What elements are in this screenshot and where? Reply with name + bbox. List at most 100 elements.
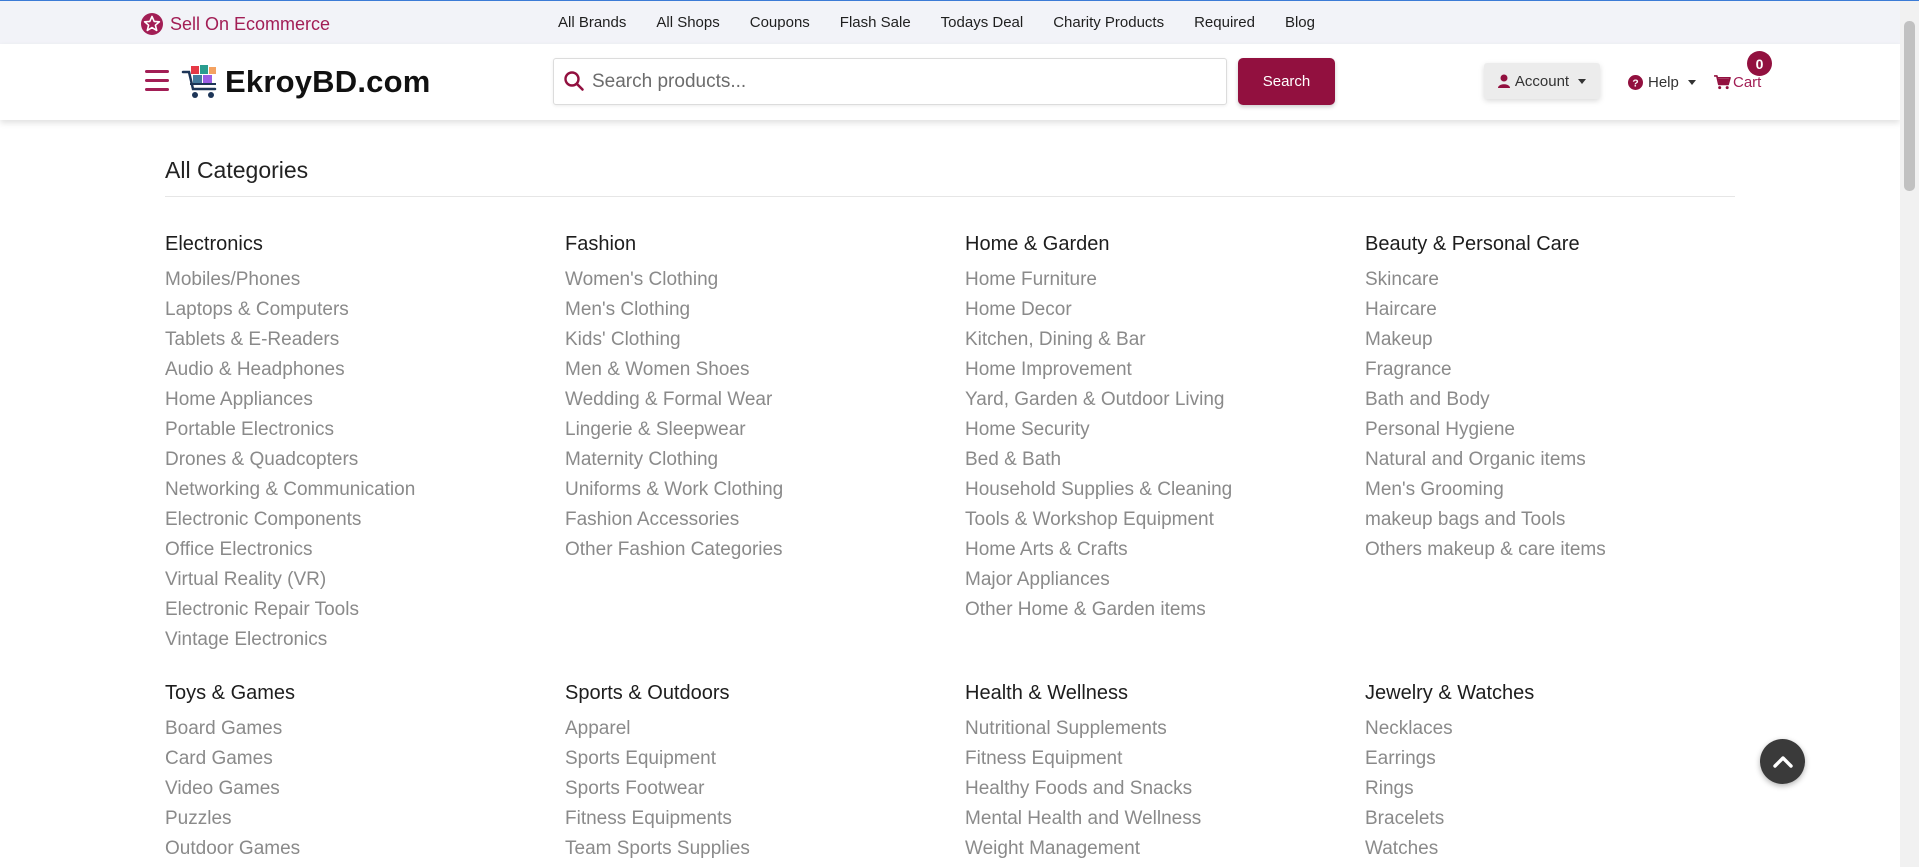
- category-item[interactable]: Mental Health and Wellness: [965, 804, 1345, 834]
- category-item[interactable]: Major Appliances: [965, 565, 1345, 595]
- account-dropdown[interactable]: Account: [1484, 63, 1600, 99]
- category-item[interactable]: Watches: [1365, 834, 1745, 864]
- site-logo[interactable]: EkroyBD.com: [181, 63, 431, 101]
- category-item[interactable]: Drones & Quadcopters: [165, 445, 545, 475]
- category-item[interactable]: Haircare: [1365, 295, 1745, 325]
- category-item[interactable]: Maternity Clothing: [565, 445, 945, 475]
- category-item[interactable]: Home Appliances: [165, 385, 545, 415]
- category-list: Apparel Sports Equipment Sports Footwear…: [565, 714, 945, 864]
- category-item[interactable]: Home Improvement: [965, 355, 1345, 385]
- category-item[interactable]: Home Arts & Crafts: [965, 535, 1345, 565]
- top-nav-all-brands[interactable]: All Brands: [558, 14, 626, 31]
- category-item[interactable]: Home Decor: [965, 295, 1345, 325]
- category-item[interactable]: Other Home & Garden items: [965, 595, 1345, 625]
- category-heading[interactable]: Jewelry & Watches: [1365, 680, 1745, 706]
- category-item[interactable]: Makeup: [1365, 325, 1745, 355]
- category-item[interactable]: Wedding & Formal Wear: [565, 385, 945, 415]
- category-item[interactable]: Kids' Clothing: [565, 325, 945, 355]
- category-item[interactable]: Audio & Headphones: [165, 355, 545, 385]
- category-item[interactable]: Electronic Components: [165, 505, 545, 535]
- category-item[interactable]: Bracelets: [1365, 804, 1745, 834]
- category-item[interactable]: Skincare: [1365, 265, 1745, 295]
- category-item[interactable]: Tablets & E-Readers: [165, 325, 545, 355]
- category-item[interactable]: Men's Grooming: [1365, 475, 1745, 505]
- search-button[interactable]: Search: [1238, 58, 1335, 105]
- category-item[interactable]: Yard, Garden & Outdoor Living: [965, 385, 1345, 415]
- sell-on-ecommerce-link[interactable]: Sell On Ecommerce: [140, 11, 330, 37]
- top-nav-todays-deal[interactable]: Todays Deal: [941, 14, 1024, 31]
- category-item[interactable]: Other Fashion Categories: [565, 535, 945, 565]
- top-nav-required[interactable]: Required: [1194, 14, 1255, 31]
- category-item[interactable]: Men's Clothing: [565, 295, 945, 325]
- category-item[interactable]: Vintage Electronics: [165, 625, 545, 655]
- category-item[interactable]: Bath and Body: [1365, 385, 1745, 415]
- category-item[interactable]: Earrings: [1365, 744, 1745, 774]
- category-item[interactable]: Virtual Reality (VR): [165, 565, 545, 595]
- category-item[interactable]: Office Electronics: [165, 535, 545, 565]
- category-item[interactable]: Home Furniture: [965, 265, 1345, 295]
- category-item[interactable]: Networking & Communication: [165, 475, 545, 505]
- category-heading[interactable]: Home & Garden: [965, 231, 1345, 257]
- category-item[interactable]: Mobiles/Phones: [165, 265, 545, 295]
- cart-label: Cart: [1733, 73, 1762, 91]
- category-item[interactable]: Electronic Repair Tools: [165, 595, 545, 625]
- search-input[interactable]: [590, 59, 1214, 104]
- category-item[interactable]: Fitness Equipments: [565, 804, 945, 834]
- category-heading[interactable]: Health & Wellness: [965, 680, 1345, 706]
- top-nav-blog[interactable]: Blog: [1285, 14, 1315, 31]
- category-item[interactable]: Tools & Workshop Equipment: [965, 505, 1345, 535]
- category-item[interactable]: Others makeup & care items: [1365, 535, 1745, 565]
- category-heading[interactable]: Toys & Games: [165, 680, 545, 706]
- category-item[interactable]: Team Sports Supplies: [565, 834, 945, 864]
- top-nav-all-shops[interactable]: All Shops: [656, 14, 719, 31]
- category-item[interactable]: Card Games: [165, 744, 545, 774]
- category-heading[interactable]: Electronics: [165, 231, 545, 257]
- category-item[interactable]: Sports Equipment: [565, 744, 945, 774]
- category-item[interactable]: Bed & Bath: [965, 445, 1345, 475]
- category-item[interactable]: Lingerie & Sleepwear: [565, 415, 945, 445]
- top-nav-coupons[interactable]: Coupons: [750, 14, 810, 31]
- page-scrollbar[interactable]: [1900, 1, 1919, 867]
- sell-on-ecommerce-label: Sell On Ecommerce: [170, 13, 331, 34]
- category-item[interactable]: Sports Footwear: [565, 774, 945, 804]
- top-nav-charity-products[interactable]: Charity Products: [1053, 14, 1164, 31]
- category-item[interactable]: Video Games: [165, 774, 545, 804]
- hamburger-menu-icon[interactable]: [145, 70, 169, 92]
- category-item[interactable]: Kitchen, Dining & Bar: [965, 325, 1345, 355]
- category-item[interactable]: Healthy Foods and Snacks: [965, 774, 1345, 804]
- category-item[interactable]: Necklaces: [1365, 714, 1745, 744]
- chevron-up-icon: [1772, 755, 1793, 768]
- help-dropdown[interactable]: ? Help: [1628, 72, 1696, 92]
- category-item[interactable]: Rings: [1365, 774, 1745, 804]
- top-nav-flash-sale[interactable]: Flash Sale: [840, 14, 911, 31]
- category-group-toys-games: Toys & Games Board Games Card Games Vide…: [165, 680, 545, 864]
- category-item[interactable]: Fragrance: [1365, 355, 1745, 385]
- top-bar: Sell On Ecommerce All Brands All Shops C…: [0, 1, 1900, 44]
- category-item[interactable]: Weight Management: [965, 834, 1345, 864]
- category-heading[interactable]: Fashion: [565, 231, 945, 257]
- category-group-sports-outdoors: Sports & Outdoors Apparel Sports Equipme…: [565, 680, 945, 864]
- category-item[interactable]: Natural and Organic items: [1365, 445, 1745, 475]
- category-item[interactable]: Laptops & Computers: [165, 295, 545, 325]
- category-item[interactable]: Outdoor Games: [165, 834, 545, 864]
- category-heading[interactable]: Beauty & Personal Care: [1365, 231, 1745, 257]
- category-item[interactable]: Board Games: [165, 714, 545, 744]
- category-item[interactable]: Men & Women Shoes: [565, 355, 945, 385]
- category-item[interactable]: Portable Electronics: [165, 415, 545, 445]
- category-item[interactable]: Personal Hygiene: [1365, 415, 1745, 445]
- scroll-to-top-button[interactable]: [1760, 739, 1805, 784]
- category-heading[interactable]: Sports & Outdoors: [565, 680, 945, 706]
- category-list: Nutritional Supplements Fitness Equipmen…: [965, 714, 1345, 864]
- category-item[interactable]: Fashion Accessories: [565, 505, 945, 535]
- category-item[interactable]: Women's Clothing: [565, 265, 945, 295]
- category-item[interactable]: Fitness Equipment: [965, 744, 1345, 774]
- category-item[interactable]: Home Security: [965, 415, 1345, 445]
- category-item[interactable]: Household Supplies & Cleaning: [965, 475, 1345, 505]
- category-list: Home Furniture Home Decor Kitchen, Dinin…: [965, 265, 1345, 625]
- category-item[interactable]: makeup bags and Tools: [1365, 505, 1745, 535]
- scrollbar-thumb[interactable]: [1904, 21, 1915, 191]
- category-item[interactable]: Puzzles: [165, 804, 545, 834]
- category-item[interactable]: Uniforms & Work Clothing: [565, 475, 945, 505]
- category-item[interactable]: Nutritional Supplements: [965, 714, 1345, 744]
- category-item[interactable]: Apparel: [565, 714, 945, 744]
